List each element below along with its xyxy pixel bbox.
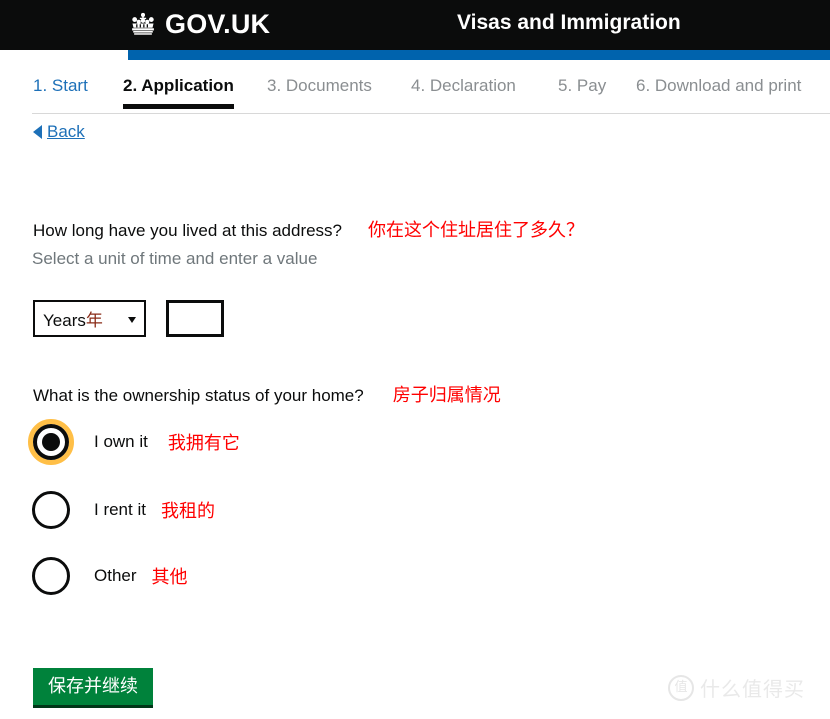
radio-option-i-rent-it[interactable]: I rent it 我租的 (28, 486, 215, 534)
ownership-question: What is the ownership status of your hom… (33, 381, 501, 407)
site-header (0, 0, 830, 50)
step-5-pay[interactable]: 5. Pay (558, 72, 606, 100)
duration-question-hint: Select a unit of time and enter a value (32, 249, 318, 268)
step-navigation: 1. Start 2. Application 3. Documents 4. … (0, 72, 830, 116)
back-link[interactable]: Back (33, 122, 85, 142)
ownership-question-annotation: 房子归属情况 (392, 385, 501, 405)
radio-option-label: I own it (94, 432, 148, 451)
back-link-label: Back (47, 122, 85, 141)
time-unit-select[interactable]: Years年 (33, 300, 146, 337)
step-6-download-and-print[interactable]: 6. Download and print (636, 72, 801, 100)
radio-option-other[interactable]: Other 其他 (28, 552, 188, 600)
radio-option-annotation: 我拥有它 (167, 433, 240, 453)
save-and-continue-button[interactable]: 保存并继续 (33, 668, 153, 708)
crown-icon (128, 12, 158, 36)
radio-option-i-own-it[interactable]: I own it 我拥有它 (28, 418, 240, 466)
step-4-declaration[interactable]: 4. Declaration (411, 72, 516, 100)
radio-option-annotation: 我租的 (160, 501, 215, 521)
step-navigation-divider (32, 113, 830, 114)
radio-option-label: Other (94, 566, 137, 585)
step-2-application[interactable]: 2. Application (123, 72, 234, 109)
service-name: Visas and Immigration (457, 11, 681, 34)
radio-option-annotation: 其他 (151, 567, 188, 587)
time-unit-select-annotation: 年 (85, 311, 103, 330)
triangle-left-icon (33, 125, 42, 139)
time-unit-select-value: Years年 (43, 306, 103, 331)
time-unit-select-label: Years (43, 311, 86, 330)
govuk-brand[interactable]: GOV.UK (128, 7, 270, 41)
chevron-down-icon (128, 317, 136, 323)
radio-button-selected-icon[interactable] (28, 419, 74, 465)
radio-button-icon[interactable] (28, 553, 74, 599)
radio-option-label: I rent it (94, 500, 146, 519)
step-3-documents[interactable]: 3. Documents (267, 72, 372, 100)
duration-question-label: How long have you lived at this address? (33, 221, 343, 240)
brand-name: GOV.UK (165, 8, 271, 39)
ownership-question-label: What is the ownership status of your hom… (33, 386, 364, 405)
radio-circle (32, 491, 70, 529)
radio-dot (42, 433, 60, 451)
watermark: 值 什么值得买 (668, 673, 805, 702)
duration-question: How long have you lived at this address?… (33, 216, 584, 242)
duration-value-input[interactable] (166, 300, 224, 337)
watermark-badge-icon: 值 (668, 674, 694, 701)
service-accent-bar (128, 50, 830, 60)
radio-button-icon[interactable] (28, 487, 74, 533)
duration-question-annotation: 你在这个住址居住了多久？ (368, 220, 585, 240)
radio-circle (32, 557, 70, 595)
watermark-text: 什么值得买 (700, 679, 805, 701)
step-1-start[interactable]: 1. Start (33, 72, 88, 100)
